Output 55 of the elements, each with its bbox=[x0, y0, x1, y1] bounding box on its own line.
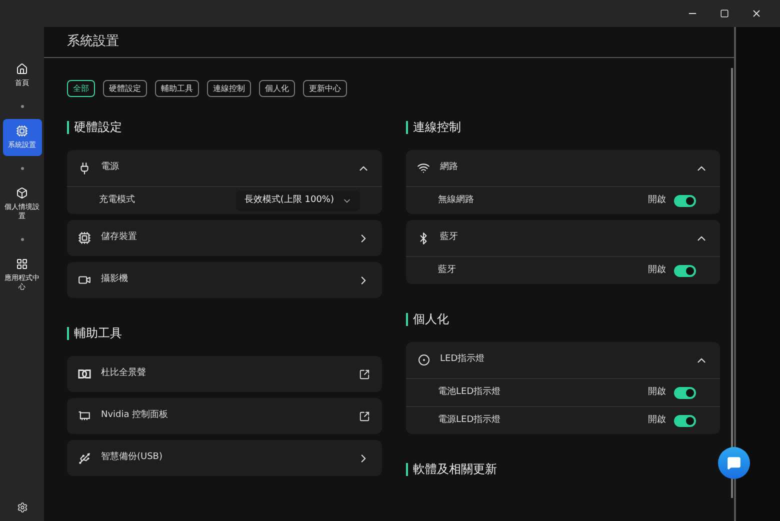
toggle-state-label: 開啟 bbox=[648, 194, 666, 207]
close-icon[interactable] bbox=[751, 8, 762, 19]
section-title: 輔助工具 bbox=[74, 325, 122, 342]
cube-icon bbox=[16, 187, 28, 199]
led-icon bbox=[418, 354, 430, 366]
plug-icon bbox=[78, 162, 91, 174]
chip-icon bbox=[78, 231, 91, 245]
card-title[interactable]: 電源 bbox=[101, 161, 119, 175]
charge-mode-dropdown[interactable]: 長效模式(上限 100%) bbox=[236, 190, 360, 210]
card-title[interactable]: 網路 bbox=[440, 161, 458, 175]
chip-icon bbox=[16, 125, 28, 137]
setting-label: 藍牙 bbox=[438, 264, 456, 277]
chat-icon bbox=[727, 456, 741, 470]
filter-chip[interactable]: 更新中心 bbox=[303, 80, 347, 97]
card-title[interactable]: 智慧備份(USB) bbox=[101, 451, 162, 465]
toggle-switch[interactable] bbox=[674, 386, 696, 398]
filter-chip[interactable]: 全部 bbox=[67, 80, 95, 97]
section-title: 硬體設定 bbox=[74, 119, 122, 136]
home-icon bbox=[16, 63, 28, 75]
graphics-card-icon bbox=[78, 410, 91, 422]
card-title[interactable]: 儲存裝置 bbox=[101, 231, 137, 245]
setting-label: 電池LED指示燈 bbox=[438, 386, 501, 399]
card-title[interactable]: 杜比全景聲 bbox=[101, 367, 146, 381]
toggle-state-label: 開啟 bbox=[648, 414, 666, 427]
toggle-state-label: 開啟 bbox=[648, 386, 666, 399]
card-title[interactable]: 攝影機 bbox=[101, 273, 128, 287]
settings-icon[interactable] bbox=[16, 502, 28, 513]
section-title: 軟體及相關更新 bbox=[413, 461, 497, 478]
bluetooth-icon bbox=[417, 232, 430, 244]
card-title[interactable]: 藍牙 bbox=[440, 231, 458, 245]
grid-icon bbox=[16, 258, 28, 270]
scrollbar[interactable] bbox=[731, 68, 733, 498]
filter-chip[interactable]: 輔助工具 bbox=[155, 80, 199, 97]
video-camera-icon bbox=[78, 273, 91, 287]
filter-chip[interactable]: 個人化 bbox=[259, 80, 295, 97]
filter-chip[interactable]: 硬體設定 bbox=[103, 80, 147, 97]
toggle-switch[interactable] bbox=[674, 414, 696, 426]
setting-label: 無線網路 bbox=[438, 194, 474, 207]
section-title: 個人化 bbox=[413, 311, 449, 328]
filter-chip[interactable]: 連線控制 bbox=[207, 80, 251, 97]
card-title[interactable]: Nvidia 控制面板 bbox=[101, 409, 168, 423]
toggle-switch[interactable] bbox=[674, 264, 696, 276]
toggle-state-label: 開啟 bbox=[648, 264, 666, 277]
external-link-icon[interactable] bbox=[359, 368, 370, 380]
page-title: 系統設置 bbox=[67, 33, 119, 52]
chat-button[interactable] bbox=[718, 447, 750, 479]
external-link-icon[interactable] bbox=[359, 410, 370, 422]
double-d-icon bbox=[78, 369, 91, 379]
maximize-icon[interactable] bbox=[720, 9, 729, 18]
setting-label: 電源LED指示燈 bbox=[438, 414, 501, 427]
toggle-switch[interactable] bbox=[674, 194, 696, 206]
usb-icon bbox=[78, 452, 91, 464]
card-title[interactable]: LED指示燈 bbox=[440, 353, 485, 367]
section-title: 連線控制 bbox=[413, 119, 461, 136]
setting-label: 充電模式 bbox=[99, 194, 135, 207]
